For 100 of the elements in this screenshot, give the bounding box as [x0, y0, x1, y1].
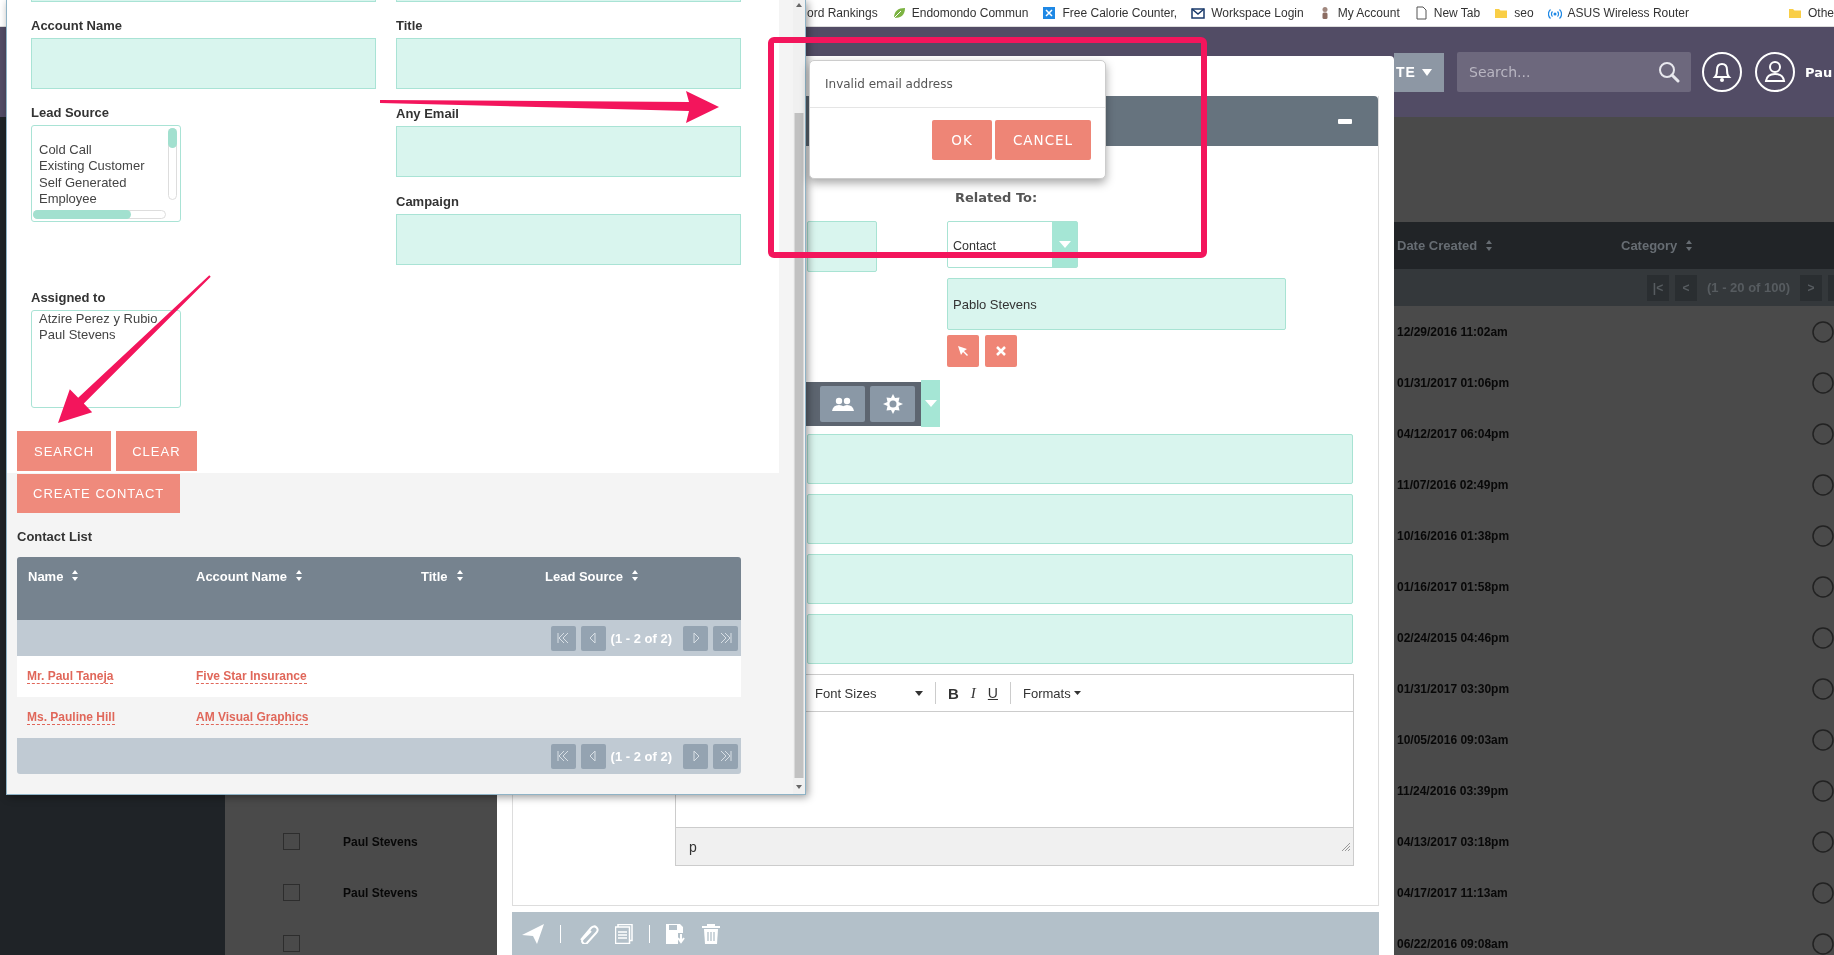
first-page-button[interactable] [550, 743, 576, 769]
field-label: Lead Source [31, 105, 111, 120]
settings-button[interactable] [870, 386, 915, 422]
table-cell-text: 02/24/2015 04:46pm [1397, 630, 1511, 645]
previous-page-button[interactable] [580, 625, 606, 651]
user-name[interactable]: Pau [1805, 64, 1833, 80]
table-cell-text: 04/12/2017 06:04pm [1397, 426, 1511, 441]
tile-icon [1042, 6, 1057, 20]
table-cell: Paul Stevens [343, 885, 418, 900]
formats-dropdown[interactable]: Formats [1016, 681, 1087, 705]
row-action-icon[interactable] [1812, 932, 1834, 955]
list-option[interactable]: Paul Stevens [39, 327, 116, 344]
search-field[interactable]: Search... [1457, 52, 1691, 92]
sort-icon [295, 569, 304, 582]
sort-icon [1485, 239, 1494, 252]
table-cell-text: 04/17/2017 11:13am [1397, 885, 1509, 900]
row-action-icon[interactable] [1812, 575, 1834, 598]
table-cell-text: 11/07/2016 02:49pm [1397, 477, 1510, 492]
scrollbar[interactable] [33, 210, 166, 219]
list-option[interactable]: Employee [39, 190, 97, 208]
row-action-icon[interactable] [1812, 677, 1834, 700]
bookmark-link[interactable]: Othe [1788, 6, 1834, 20]
table-cell-text: 12/29/2016 11:02am [1397, 324, 1509, 339]
row-action-icon[interactable] [1812, 422, 1834, 445]
bookmark-link[interactable]: Free Calorie Counter, [1042, 6, 1178, 20]
next-page-button[interactable] [683, 743, 708, 769]
row-action-icon[interactable] [1812, 779, 1834, 802]
bookmark-link[interactable]: New Tab [1413, 6, 1481, 20]
column-header[interactable]: Account Name [196, 569, 421, 620]
italic-button[interactable]: I [964, 680, 982, 706]
trash-icon[interactable] [702, 923, 720, 944]
list-box[interactable]: Atzire Perez y Rubio Paul Stevens [31, 310, 181, 408]
row-checkbox[interactable] [283, 935, 300, 952]
select-button[interactable] [947, 335, 979, 367]
column-header[interactable]: Name [28, 569, 196, 620]
caret-icon [1421, 68, 1432, 76]
font-size-dropdown[interactable]: Font Sizes [809, 681, 929, 705]
user-avatar-icon[interactable] [1754, 51, 1796, 93]
dropdown-arrow-icon [924, 400, 937, 407]
field-label: Any Email [396, 106, 460, 121]
table-cell-text: 10/05/2016 09:03am [1397, 732, 1510, 747]
table-cell: Paul Stevens [343, 834, 418, 849]
alert-message: Invalid email address [810, 61, 1105, 108]
leaf-icon [891, 6, 906, 20]
table-cell-text: 01/16/2017 01:58pm [1397, 579, 1511, 594]
table-cell-text: 01/31/2017 01:06pm [1397, 375, 1511, 390]
bookmark-link[interactable]: ASUS Wireless Router [1547, 6, 1689, 20]
sort-icon [455, 569, 464, 582]
bookmark-link[interactable]: ord Rankings [807, 6, 878, 20]
list-option[interactable]: Atzire Perez y Rubio [39, 311, 158, 328]
bookmark-link[interactable]: Workspace Login [1191, 6, 1304, 20]
people-button[interactable] [820, 386, 865, 422]
scrollbar[interactable] [793, 0, 805, 794]
field-label: Title [396, 18, 424, 33]
first-page-icon [557, 750, 570, 762]
row-action-icon[interactable] [1812, 626, 1834, 649]
row-checkbox[interactable] [283, 833, 300, 850]
column-header[interactable]: Title [421, 569, 545, 620]
send-icon[interactable] [522, 923, 544, 944]
related-name-field[interactable]: Pablo Stevens [947, 278, 1286, 330]
people-icon [831, 397, 854, 411]
folder-icon [1494, 6, 1509, 20]
list-option[interactable]: Cold Call [39, 142, 92, 159]
row-checkbox[interactable] [283, 884, 300, 901]
table-cell-text: 11/24/2016 03:39pm [1397, 783, 1510, 798]
paperclip-icon[interactable] [577, 923, 599, 944]
first-page-button[interactable] [550, 625, 576, 651]
scrollbar[interactable] [168, 128, 177, 200]
next-page-button[interactable] [683, 625, 708, 651]
list-box[interactable]: Cold Call Existing Customer Self Generated Employee [31, 125, 181, 222]
table-cell-text: 01/31/2017 03:30pm [1397, 681, 1511, 696]
first-page-icon [557, 632, 570, 644]
dropdown-toggle[interactable] [921, 380, 940, 427]
table-cell-text: 10/16/2016 01:38pm [1397, 528, 1511, 543]
notification-bell-icon[interactable] [1701, 51, 1743, 93]
row-action-icon[interactable] [1812, 830, 1834, 853]
field-label: Account Name [31, 18, 124, 33]
bold-button[interactable]: B [942, 680, 965, 706]
bookmark-link[interactable]: My Account [1317, 6, 1400, 20]
element-path: p [689, 838, 697, 855]
row-action-icon[interactable] [1812, 371, 1834, 394]
last-page-icon [719, 750, 732, 762]
column-header[interactable]: Lead Source [545, 569, 741, 620]
list-option[interactable]: Self Generated [39, 174, 127, 191]
minimize-icon[interactable] [1338, 118, 1352, 124]
row-action-icon[interactable] [1812, 728, 1834, 751]
resize-handle-icon[interactable] [1342, 842, 1350, 851]
row-action-icon[interactable] [1812, 524, 1834, 547]
bookmark-link[interactable]: Endomondo Commun [891, 6, 1029, 20]
save-draft-icon[interactable] [666, 923, 686, 944]
bookmark-link[interactable]: seo [1494, 6, 1534, 20]
row-action-icon[interactable] [1812, 473, 1834, 496]
underline-button[interactable]: U [981, 681, 1004, 705]
previous-page-button[interactable] [580, 743, 606, 769]
row-action-icon[interactable] [1812, 881, 1834, 904]
list-option[interactable]: Existing Customer [39, 158, 145, 175]
clear-button[interactable] [985, 335, 1017, 367]
field-label: Campaign [396, 194, 460, 209]
row-action-icon[interactable] [1812, 320, 1834, 343]
document-icon[interactable] [615, 923, 633, 944]
